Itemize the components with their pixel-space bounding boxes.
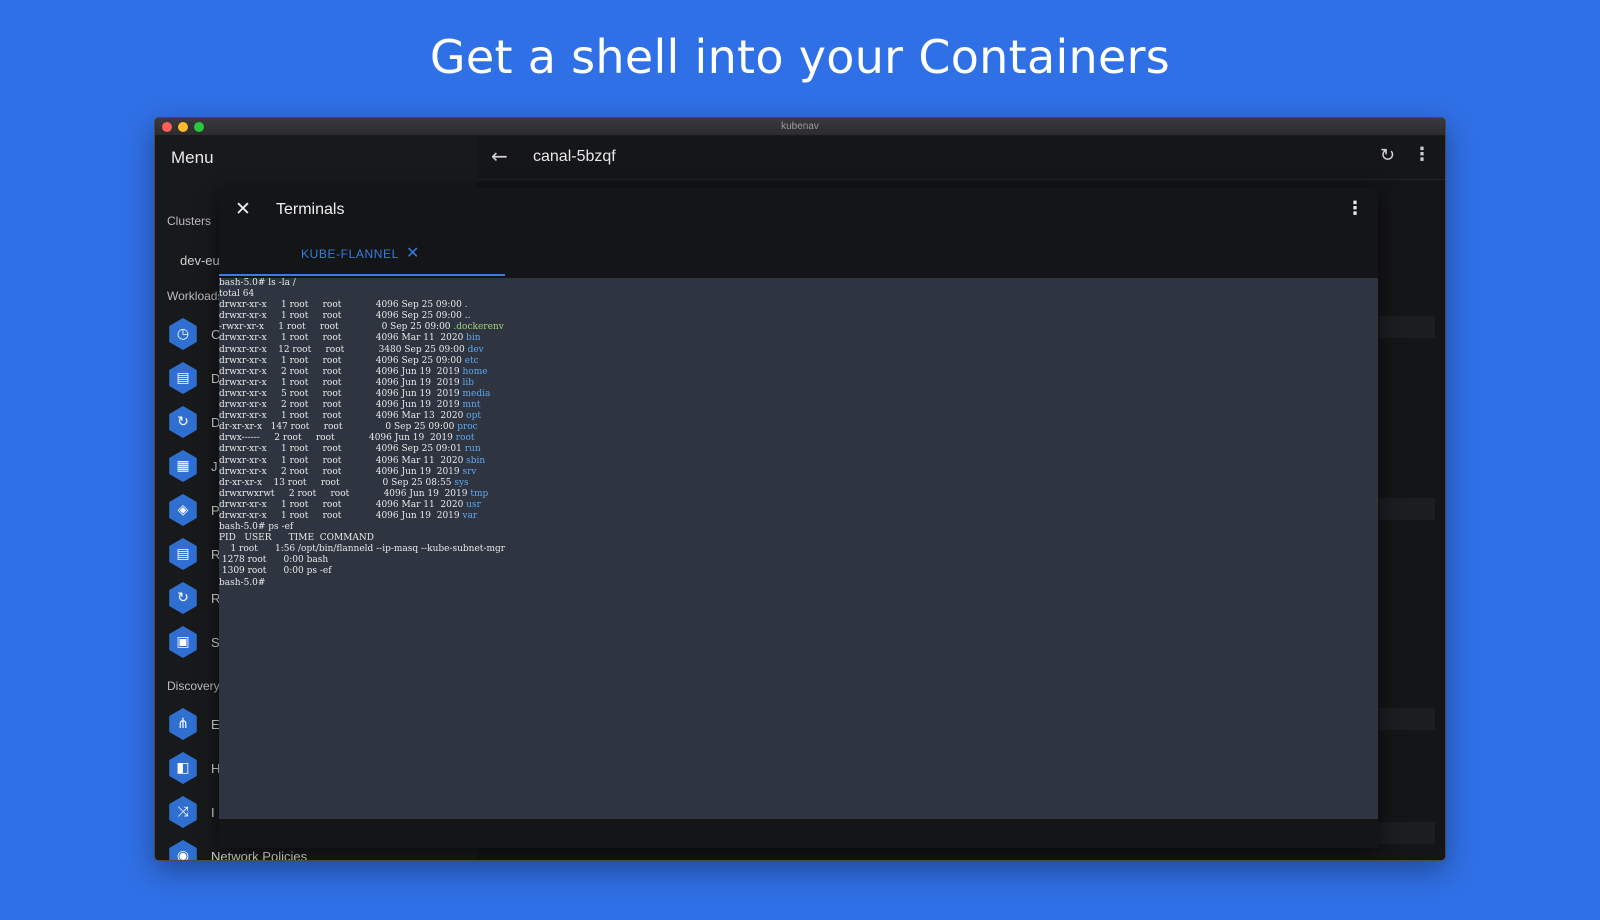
refresh-icon[interactable]: ↻ (1380, 145, 1395, 166)
tab-label: KUBE-FLANNEL (301, 247, 399, 261)
ps-row: 1 root 1:56 /opt/bin/flanneld --ip-masq … (219, 544, 506, 555)
listing-row: drwxr-xr-x 2 root root 4096 Jun 19 2019 … (219, 366, 488, 377)
cronjobs-icon: ◷ (169, 318, 197, 350)
more-vertical-icon[interactable]: ⋮ (1413, 144, 1431, 165)
listing-name: sys (454, 477, 469, 488)
statefulsets-icon: ▣ (169, 626, 197, 658)
deployments-icon: ↻ (169, 406, 197, 438)
listing-row: drwxr-xr-x 1 root root 4096 Jun 19 2019 … (219, 377, 475, 388)
listing-name: . (464, 300, 468, 311)
terminals-dialog: ✕ Terminals ⋮ KUBE-FLANNEL ✕ bash-5.0# l… (219, 188, 1378, 848)
listing-row: drwxr-xr-x 1 root root 4096 Jun 19 2019 … (219, 510, 478, 521)
listing-name: root (455, 433, 475, 444)
ingresses-icon: ⤨ (169, 796, 197, 828)
listing-row: dr-xr-xr-x 13 root root 0 Sep 25 08:55 s… (219, 477, 469, 488)
arrow-left-icon[interactable]: ← (491, 144, 508, 168)
ps-row: 1278 root 0:00 bash (219, 555, 329, 566)
listing-row: drwxr-xr-x 12 root root 3480 Sep 25 09:0… (219, 344, 484, 355)
ps-row: 1309 root 0:00 ps -ef (219, 566, 332, 577)
app-window: kubenav Menu Clusters dev-eu Workloads ◷… (154, 117, 1446, 861)
listing-name: var (462, 510, 478, 521)
sidebar-item-label: I (211, 805, 215, 820)
sidebar-item-label: J (211, 459, 218, 474)
replicasets-icon: ▤ (169, 538, 197, 570)
listing-name: proc (457, 422, 478, 433)
terminals-title: Terminals (276, 201, 345, 218)
listing-row: drwxr-xr-x 2 root root 4096 Jun 19 2019 … (219, 466, 477, 477)
listing-row: drwxr-xr-x 1 root root 4096 Mar 11 2020 … (219, 455, 486, 466)
menu-title: Menu (171, 148, 214, 167)
daemonsets-icon: ▤ (169, 362, 197, 394)
listing-name: .dockerenv (453, 322, 504, 333)
endpoints-icon: ⋔ (169, 708, 197, 740)
cluster-item[interactable]: dev-eu (180, 253, 220, 268)
main-panel: ← canal-5bzqf ↻ ⋮ M r ✕ Terminals ⋮ KUBE… (219, 136, 1445, 860)
listing-name: .. (464, 311, 471, 322)
listing-row: drwxr-xr-x 1 root root 4096 Mar 11 2020 … (219, 333, 481, 344)
tab-kube-flannel[interactable]: KUBE-FLANNEL ✕ (219, 232, 505, 276)
more-vertical-icon[interactable]: ⋮ (1346, 198, 1364, 219)
clusters-label: Clusters (167, 214, 212, 228)
listing-name: home (462, 366, 488, 377)
listing-name: sbin (466, 455, 486, 466)
listing-row: drwxr-xr-x 5 root root 4096 Jun 19 2019 … (219, 388, 491, 399)
terminal-output[interactable]: bash-5.0# ls -la / total 64 drwxr-xr-x 1… (219, 278, 1378, 819)
listing-row: -rwxr-xr-x 1 root root 0 Sep 25 09:00 .d… (219, 322, 504, 333)
listing-row: drwxr-xr-x 1 root root 4096 Sep 25 09:00… (219, 300, 468, 311)
listing-name: run (464, 444, 481, 455)
jobs-icon: ▦ (169, 450, 197, 482)
title-bar[interactable]: kubenav (155, 118, 1445, 136)
listing-row: drwxrwxrwt 2 root root 4096 Jun 19 2019 … (219, 488, 489, 499)
terminal-prompt: bash-5.0# (219, 577, 266, 588)
sidebar-item-label: Network Policies (211, 849, 308, 861)
window-title: kubenav (781, 121, 819, 132)
listing-row: drwxr-xr-x 1 root root 4096 Sep 25 09:00… (219, 311, 471, 322)
listing-row: drwx------ 2 root root 4096 Jun 19 2019 … (219, 433, 475, 444)
discovery-label: Discovery (167, 679, 220, 693)
listing-name: usr (466, 499, 481, 510)
terminal-line: total 64 (219, 289, 255, 300)
terminal-command: bash-5.0# ps -ef (219, 522, 294, 533)
terminals-header: ✕ Terminals ⋮ (219, 188, 1378, 232)
hpa-icon: ◧ (169, 752, 197, 784)
workloads-label: Workloads (167, 289, 224, 303)
ps-header: PID USER TIME COMMAND (219, 533, 375, 544)
close-icon[interactable]: ✕ (235, 198, 251, 220)
listing-row: drwxr-xr-x 2 root root 4096 Jun 19 2019 … (219, 400, 481, 411)
listing-name: lib (462, 377, 475, 388)
listing-name: mnt (462, 400, 481, 411)
listing-row: dr-xr-xr-x 147 root root 0 Sep 25 09:00 … (219, 422, 478, 433)
terminal-tabs: KUBE-FLANNEL ✕ (219, 232, 1378, 276)
network-policies-icon: ◉ (169, 840, 197, 860)
listing-name: srv (462, 466, 477, 477)
page-title: canal-5bzqf (533, 148, 616, 165)
listing-name: media (462, 388, 491, 399)
listing-name: etc (464, 355, 479, 366)
listing-name: tmp (470, 488, 489, 499)
pods-icon: ◈ (169, 494, 197, 526)
listing-row: drwxr-xr-x 1 root root 4096 Mar 11 2020 … (219, 499, 481, 510)
listing-row: drwxr-xr-x 1 root root 4096 Sep 25 09:01… (219, 444, 481, 455)
listing-name: dev (467, 344, 484, 355)
main-header: ← canal-5bzqf ↻ ⋮ (477, 136, 1445, 180)
listing-name: opt (466, 411, 481, 422)
terminal-command: bash-5.0# ls -la / (219, 278, 296, 288)
listing-row: drwxr-xr-x 1 root root 4096 Sep 25 09:00… (219, 355, 479, 366)
terminal-text: bash-5.0# ls -la / total 64 drwxr-xr-x 1… (219, 278, 1378, 589)
replicationcontrollers-icon: ↻ (169, 582, 197, 614)
close-tab-icon[interactable]: ✕ (406, 243, 419, 262)
listing-row: drwxr-xr-x 1 root root 4096 Mar 13 2020 … (219, 411, 481, 422)
listing-name: bin (466, 333, 481, 344)
headline: Get a shell into your Containers (429, 30, 1171, 84)
